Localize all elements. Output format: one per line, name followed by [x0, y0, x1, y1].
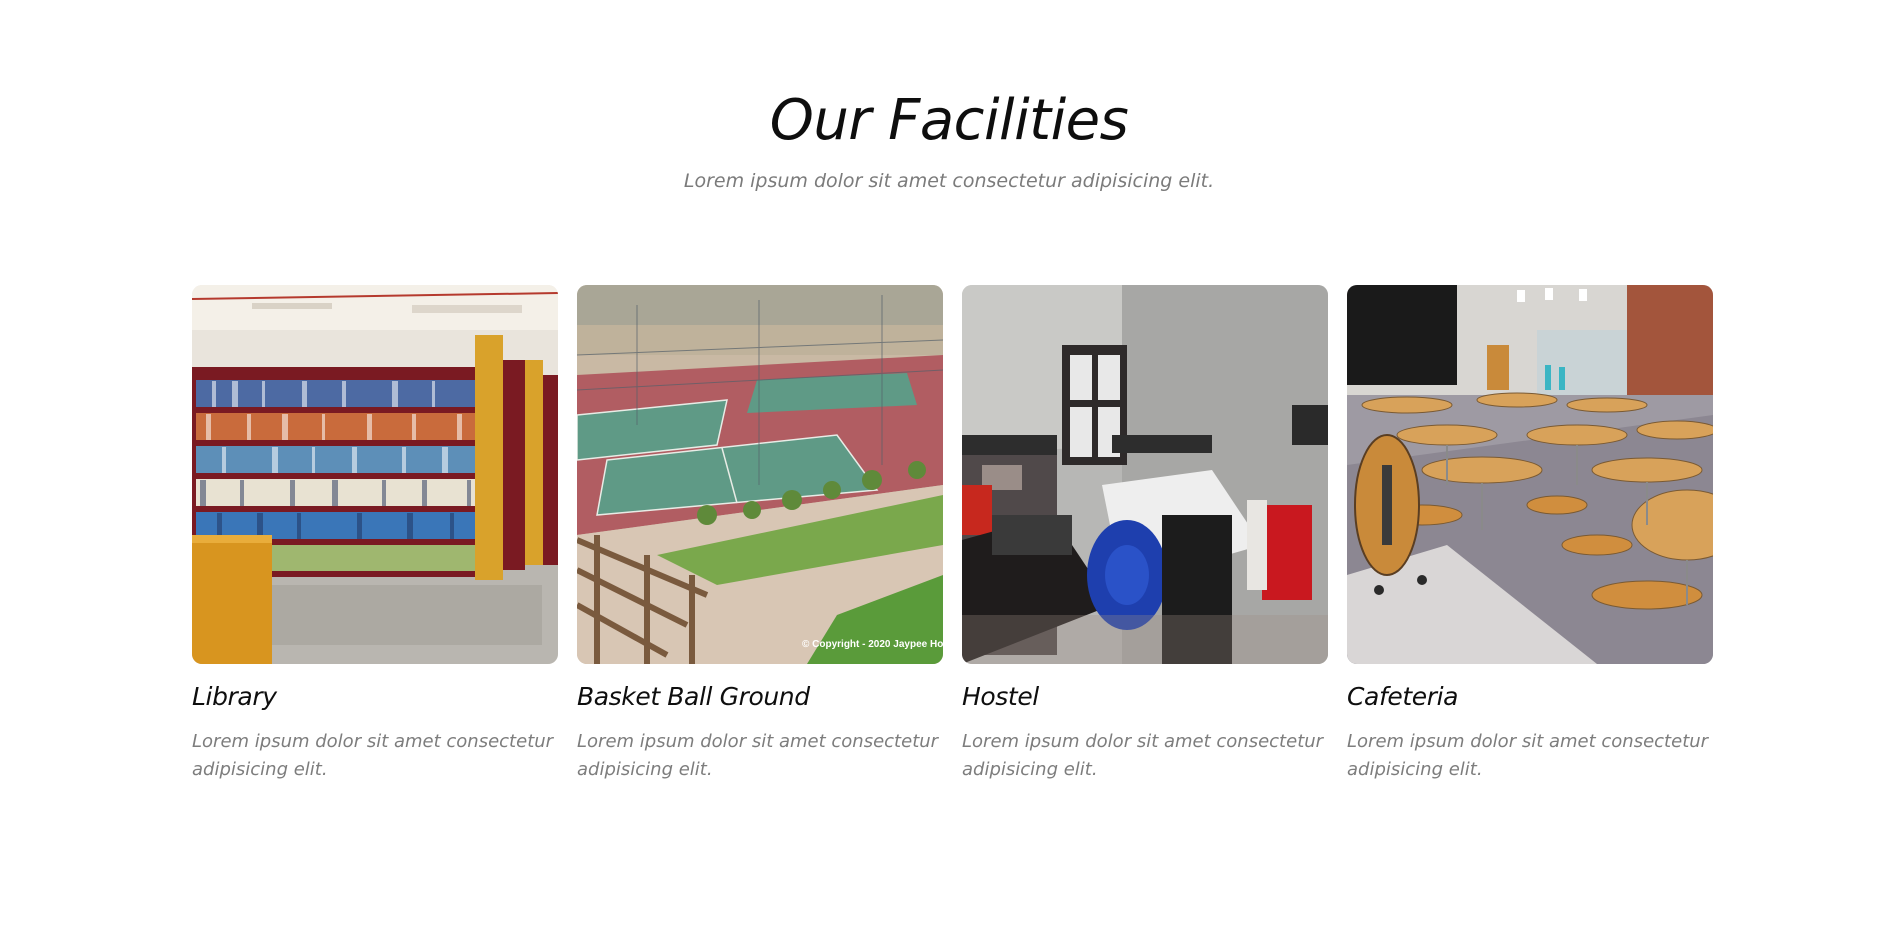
facilities-grid: Library Lorem ipsum dolor sit amet conse…: [192, 285, 1713, 784]
section-title: Our Facilities: [769, 88, 1129, 153]
facility-card-hostel[interactable]: Hostel Lorem ipsum dolor sit amet consec…: [962, 285, 1328, 784]
card-title[interactable]: Basket Ball Ground: [577, 680, 943, 714]
facilities-section: Our Facilities Lorem ipsum dolor sit ame…: [0, 0, 1898, 942]
card-title[interactable]: Cafeteria: [1347, 680, 1713, 714]
hostel-image[interactable]: [962, 285, 1328, 664]
cafeteria-photo: [1347, 285, 1713, 664]
basketball-ground-image[interactable]: © Copyright - 2020 Jaypee Ho: [577, 285, 943, 664]
photo-watermark: © Copyright - 2020 Jaypee Ho: [802, 639, 943, 650]
card-description: Lorem ipsum dolor sit amet consectetur a…: [192, 731, 554, 780]
cafeteria-image[interactable]: [1347, 285, 1713, 664]
facility-card-cafeteria[interactable]: Cafeteria Lorem ipsum dolor sit amet con…: [1347, 285, 1713, 784]
card-description: Lorem ipsum dolor sit amet consectetur a…: [1347, 731, 1709, 780]
section-subtitle: Lorem ipsum dolor sit amet consectetur a…: [683, 170, 1215, 192]
library-image[interactable]: [192, 285, 558, 664]
facility-card-library[interactable]: Library Lorem ipsum dolor sit amet conse…: [192, 285, 558, 784]
hostel-room-photo: [962, 285, 1328, 664]
card-description: Lorem ipsum dolor sit amet consectetur a…: [577, 731, 939, 780]
sports-courts-photo: © Copyright - 2020 Jaypee Ho: [577, 285, 943, 664]
library-photo: [192, 285, 558, 664]
card-title[interactable]: Hostel: [962, 680, 1328, 714]
facility-card-basketball-ground[interactable]: © Copyright - 2020 Jaypee Ho Basket Ball…: [577, 285, 943, 784]
card-description: Lorem ipsum dolor sit amet consectetur a…: [962, 731, 1324, 780]
card-title[interactable]: Library: [192, 680, 558, 714]
